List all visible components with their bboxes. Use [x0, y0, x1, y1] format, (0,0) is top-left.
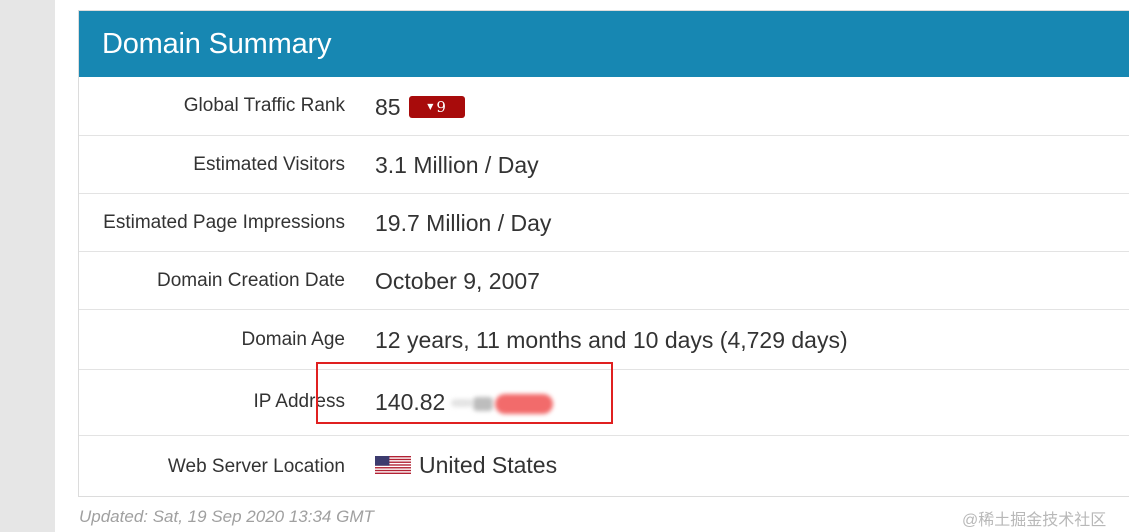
row-estimated-page-impressions: Estimated Page Impressions 19.7 Million … — [79, 193, 1129, 251]
ip-highlight-box — [316, 362, 613, 424]
updated-timestamp: Updated: Sat, 19 Sep 2020 13:34 GMT — [79, 507, 374, 526]
rank-change-badge: ▼ 9 — [408, 95, 465, 118]
panel-header: Domain Summary — [79, 11, 1129, 77]
page: Domain Summary Global Traffic Rank 85 ▼ 9 … — [0, 0, 1129, 532]
down-arrow-icon: ▼ — [427, 101, 434, 111]
row-label: Web Server Location — [167, 456, 345, 477]
left-gutter — [0, 0, 55, 532]
row-web-server-location: Web Server Location United States — [79, 435, 1129, 498]
row-value: October 9, 2007 — [375, 268, 540, 294]
row-value: United States — [375, 452, 557, 479]
location-value: United States — [419, 452, 558, 478]
traffic-rank-value: 85 — [375, 94, 401, 120]
panel-title: Domain Summary — [102, 27, 332, 60]
row-label: Domain Age — [241, 329, 345, 350]
row-global-traffic-rank: Global Traffic Rank 85 ▼ 9 — [79, 77, 1129, 135]
row-value: 12 years, 11 months and 10 days (4,729 d… — [375, 327, 848, 353]
row-value: 19.7 Million / Day — [375, 210, 552, 236]
us-flag-icon — [375, 455, 411, 474]
row-domain-age: Domain Age 12 years, 11 months and 10 da… — [79, 309, 1129, 369]
row-estimated-visitors: Estimated Visitors 3.1 Million / Day — [79, 135, 1129, 193]
summary-rows: Global Traffic Rank 85 ▼ 9 Estimated Visit… — [79, 77, 1129, 498]
rank-change-value: 9 — [436, 97, 446, 116]
row-value: 3.1 Million / Day — [375, 152, 539, 178]
watermark: @稀土掘金技术社区 — [962, 512, 1107, 529]
row-value: 85 ▼ 9 — [375, 94, 465, 121]
row-domain-creation-date: Domain Creation Date October 9, 2007 — [79, 251, 1129, 309]
row-label: Domain Creation Date — [157, 270, 345, 291]
row-label: Estimated Visitors — [193, 154, 345, 175]
row-label: Global Traffic Rank — [183, 95, 345, 116]
row-label: Estimated Page Impressions — [103, 212, 345, 233]
